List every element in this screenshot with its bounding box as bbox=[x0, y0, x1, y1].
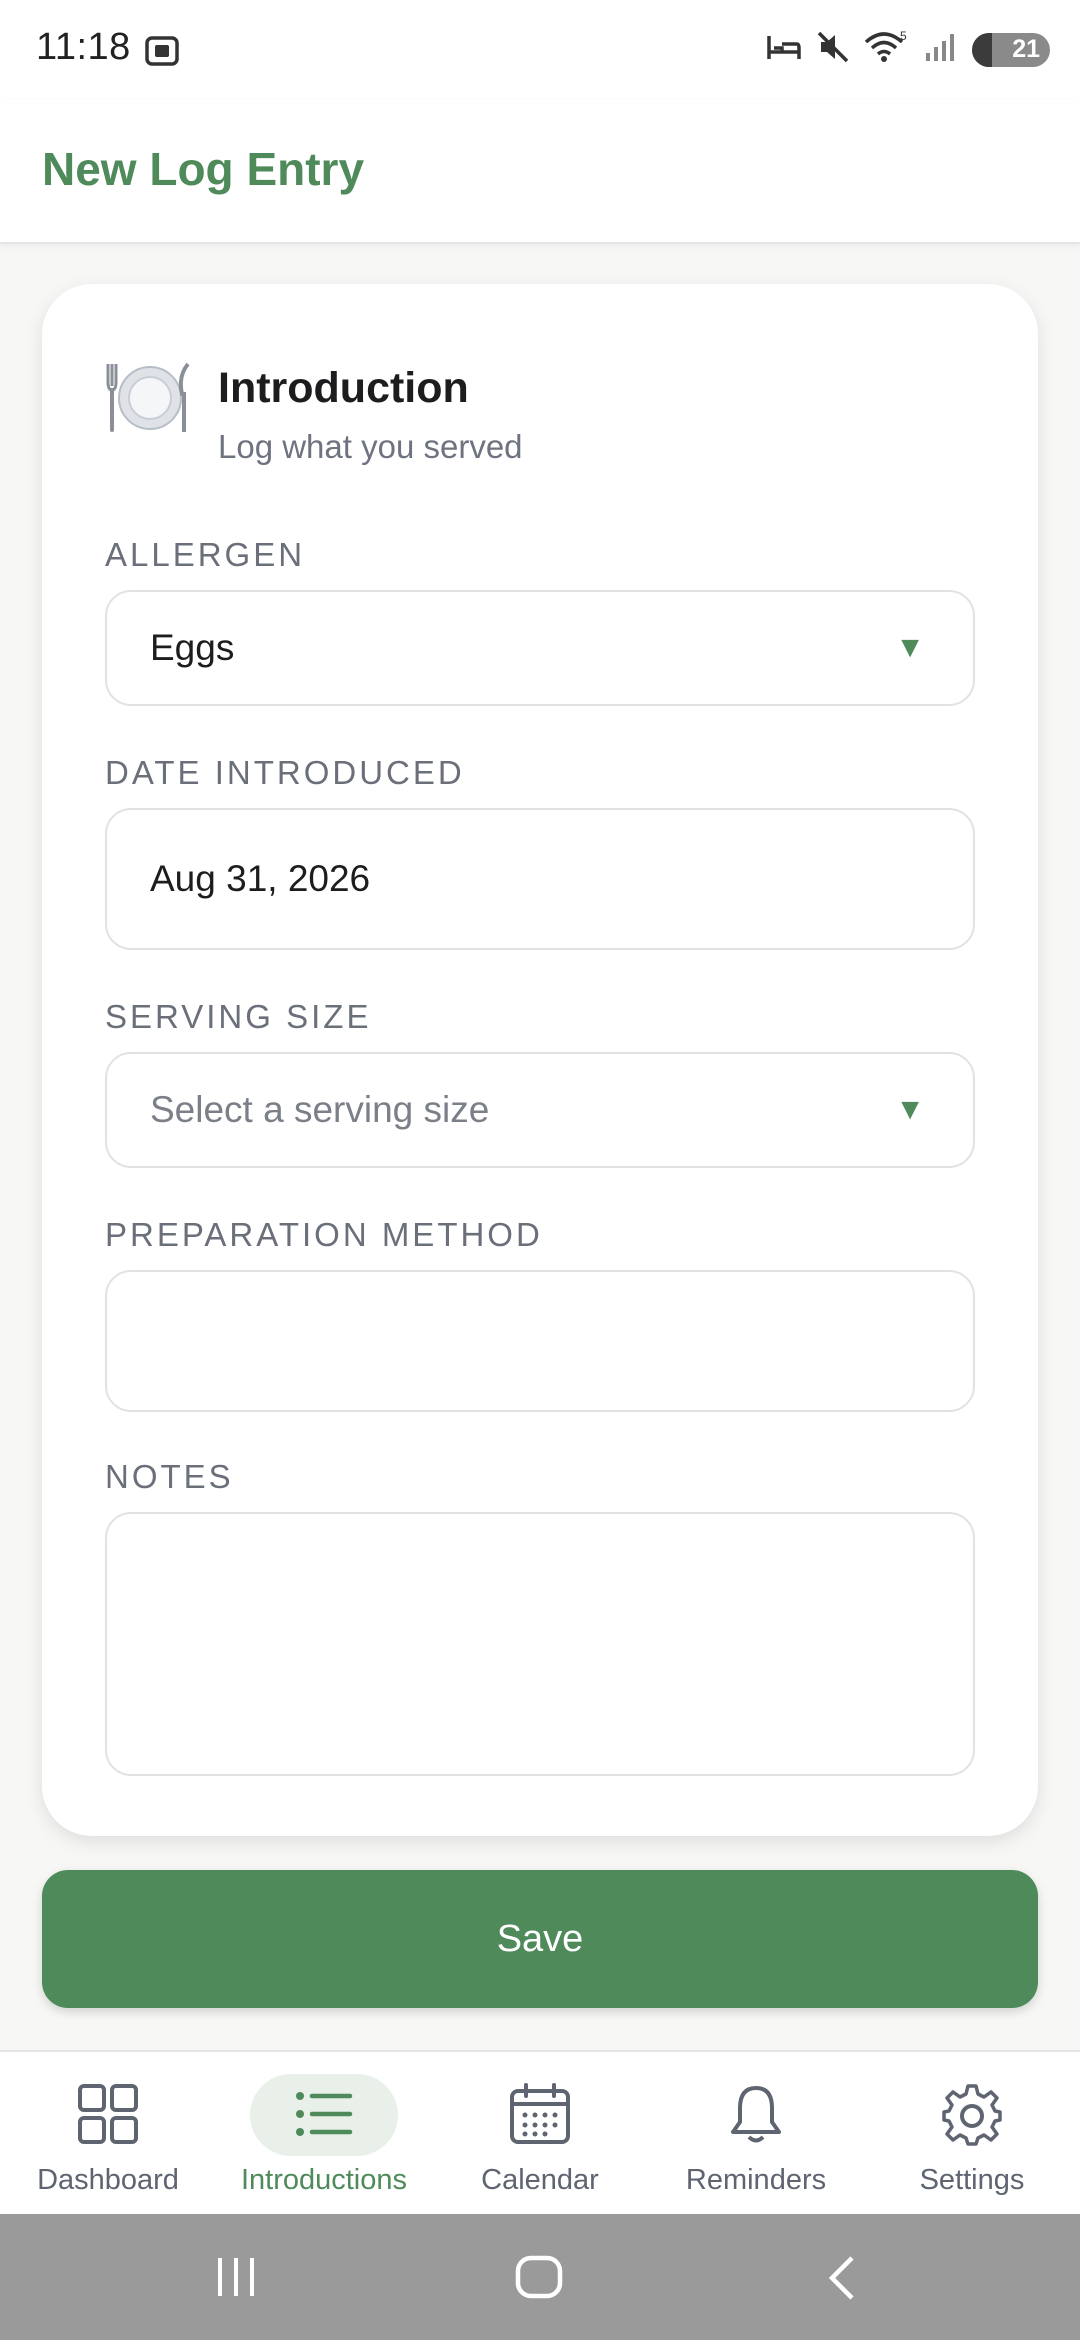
save-button[interactable]: Save bbox=[42, 1870, 1038, 2008]
dropdown-arrow-icon: ▼ bbox=[895, 1093, 925, 1126]
nav-label: Settings bbox=[919, 2164, 1025, 2196]
card-header: Introduction Log what you served bbox=[104, 356, 904, 476]
svg-text:5: 5 bbox=[900, 30, 907, 43]
nav-label: Reminders bbox=[685, 2164, 827, 2196]
preparation-method-field[interactable] bbox=[105, 1270, 975, 1412]
card-subtitle: Log what you served bbox=[218, 428, 523, 465]
bell-icon bbox=[724, 2082, 788, 2151]
serving-size-dropdown[interactable]: Select a serving size ▼ bbox=[105, 1052, 975, 1168]
nav-label: Calendar bbox=[481, 2164, 599, 2196]
notes-label: NOTES bbox=[105, 1458, 234, 1495]
card-title: Introduction bbox=[218, 364, 469, 412]
nav-item-settings[interactable]: Settings bbox=[864, 2052, 1080, 2216]
sleep-mode-icon bbox=[766, 32, 802, 67]
nav-item-dashboard[interactable]: Dashboard bbox=[0, 2052, 216, 2216]
screenshot-icon bbox=[143, 32, 181, 75]
home-icon[interactable] bbox=[514, 2254, 564, 2305]
app-bar: New Log Entry bbox=[0, 100, 1080, 244]
mute-icon bbox=[816, 30, 850, 69]
date-introduced-label: DATE INTRODUCED bbox=[105, 754, 465, 791]
allergen-dropdown[interactable]: Eggs ▼ bbox=[105, 590, 975, 706]
allergen-label: ALLERGEN bbox=[105, 536, 306, 573]
page-title: New Log Entry bbox=[42, 143, 365, 195]
calendar-icon bbox=[508, 2082, 572, 2151]
nav-item-introductions[interactable]: Introductions bbox=[216, 2052, 432, 2216]
preparation-method-label: PREPARATION METHOD bbox=[105, 1216, 543, 1253]
notes-textarea[interactable] bbox=[105, 1512, 975, 1776]
date-introduced-value: Aug 31, 2026 bbox=[150, 858, 371, 899]
bottom-nav: Dashboard Introductions Calendar Reminde… bbox=[0, 2050, 1080, 2214]
nav-label: Dashboard bbox=[37, 2164, 179, 2196]
back-icon[interactable] bbox=[822, 2254, 862, 2307]
serving-size-placeholder: Select a serving size bbox=[150, 1089, 490, 1130]
system-nav-bar bbox=[0, 2214, 1080, 2340]
gear-icon bbox=[940, 2082, 1004, 2151]
list-icon bbox=[292, 2082, 356, 2151]
grid-icon bbox=[76, 2082, 140, 2151]
nav-label: Introductions bbox=[240, 2164, 408, 2196]
status-bar: 11:18 5 21 bbox=[0, 0, 1080, 100]
nav-item-calendar[interactable]: Calendar bbox=[432, 2052, 648, 2216]
serving-size-label: SERVING SIZE bbox=[105, 998, 372, 1035]
battery-indicator: 21 bbox=[972, 32, 1050, 67]
allergen-value: Eggs bbox=[150, 627, 235, 668]
dropdown-arrow-icon: ▼ bbox=[895, 631, 925, 664]
nav-item-reminders[interactable]: Reminders bbox=[648, 2052, 864, 2216]
plate-icon bbox=[104, 356, 196, 445]
wifi-icon: 5 bbox=[864, 29, 910, 69]
introduction-card: Introduction Log what you served ALLERGE… bbox=[42, 284, 1038, 1836]
signal-icon bbox=[924, 31, 958, 68]
date-introduced-field[interactable]: Aug 31, 2026 bbox=[105, 808, 975, 950]
status-time: 11:18 bbox=[36, 26, 131, 68]
recent-apps-icon[interactable] bbox=[214, 2254, 258, 2305]
